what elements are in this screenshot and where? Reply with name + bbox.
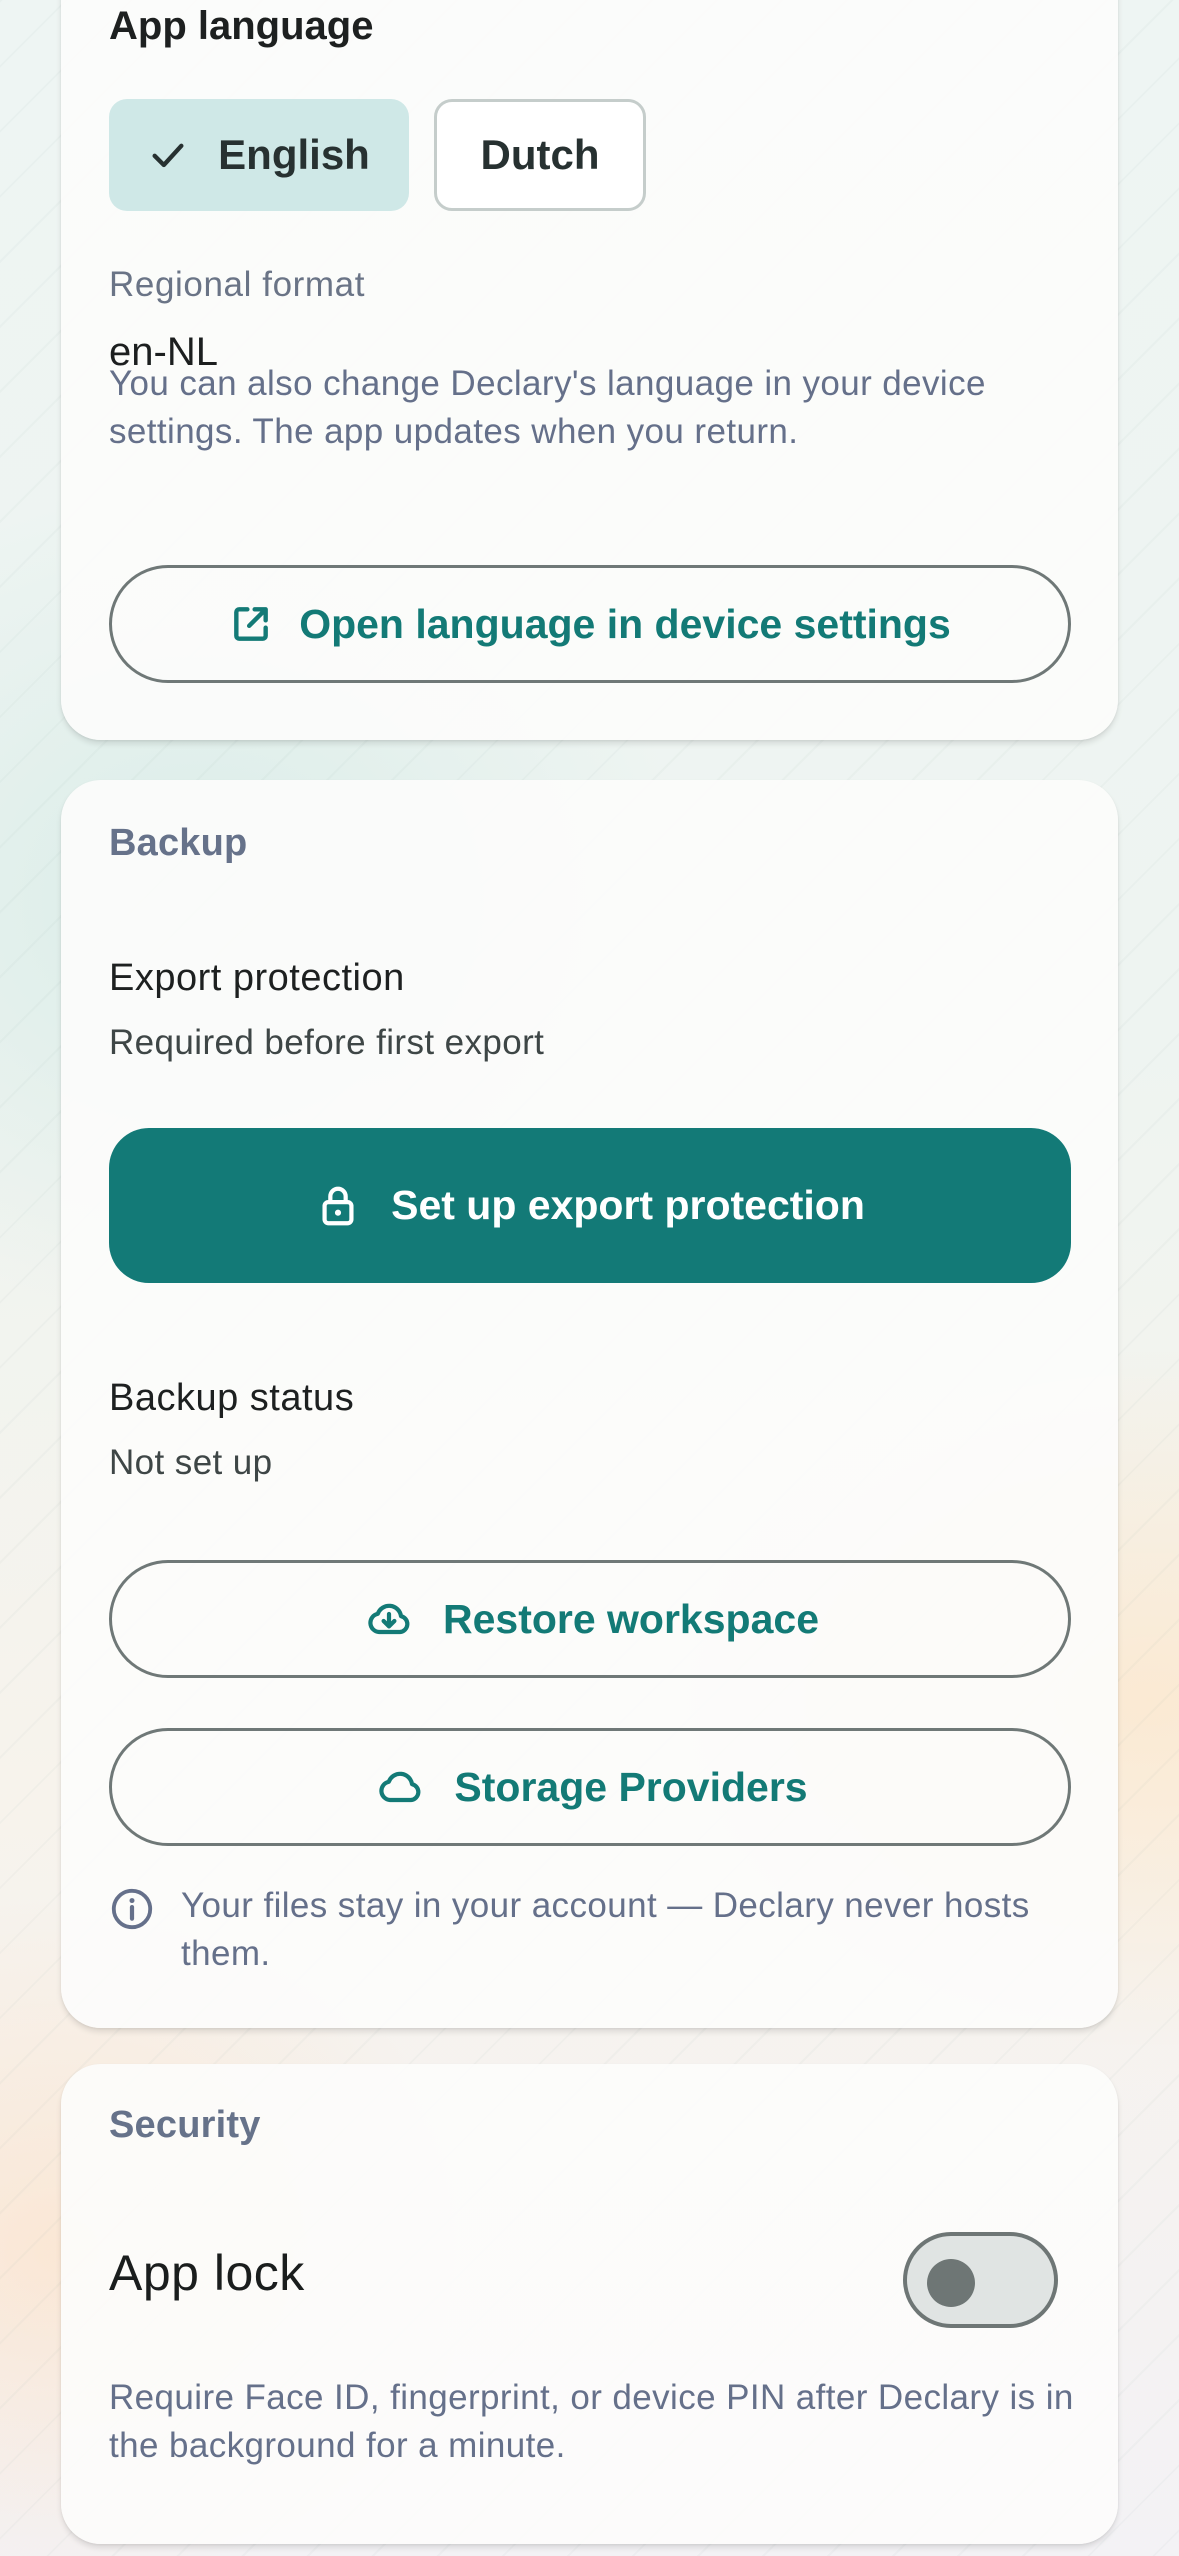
open-language-settings-label: Open language in device settings (299, 600, 951, 647)
export-protection-title: Export protection (109, 957, 405, 999)
language-option-dutch[interactable]: Dutch (434, 99, 646, 211)
storage-providers-button[interactable]: Storage Providers (109, 1728, 1071, 1846)
app-language-card: App language English Dutch Regional form… (61, 0, 1118, 740)
backup-heading: Backup (109, 822, 248, 864)
backup-status-title: Backup status (109, 1377, 355, 1419)
language-option-english[interactable]: English (109, 99, 409, 211)
backup-status-value: Not set up (109, 1443, 273, 1482)
external-link-icon (234, 607, 269, 641)
storage-providers-label: Storage Providers (454, 1763, 808, 1810)
security-heading: Security (109, 2104, 261, 2146)
regional-format-label: Regional format (109, 265, 366, 304)
backup-card: Backup Export protection Required before… (61, 780, 1118, 2028)
security-card: Security App lock Require Face ID, finge… (61, 2064, 1118, 2544)
app-lock-toggle[interactable] (903, 2232, 1058, 2328)
check-icon (152, 143, 184, 168)
setup-export-protection-label: Set up export protection (391, 1182, 865, 1228)
app-language-title: App language (109, 4, 374, 48)
language-option-label: English (218, 131, 370, 178)
setup-export-protection-button[interactable]: Set up export protection (109, 1128, 1071, 1283)
toggle-knob (927, 2259, 975, 2307)
export-protection-status: Required before first export (109, 1023, 545, 1062)
restore-workspace-button[interactable]: Restore workspace (109, 1560, 1071, 1678)
app-lock-help-text: Require Face ID, fingerprint, or device … (109, 2378, 1074, 2465)
language-help-text: You can also change Declary's language i… (109, 364, 986, 451)
app-lock-label: App lock (109, 2245, 305, 2301)
cloud-icon (379, 1771, 421, 1803)
lock-icon (322, 1186, 354, 1225)
files-info-text: Your files stay in your account — Declar… (181, 1886, 1030, 1973)
cloud-download-icon (368, 1603, 410, 1635)
language-option-label: Dutch (480, 131, 600, 178)
open-language-settings-button[interactable]: Open language in device settings (109, 565, 1071, 683)
restore-workspace-label: Restore workspace (442, 1595, 819, 1642)
info-icon (111, 1888, 153, 1930)
